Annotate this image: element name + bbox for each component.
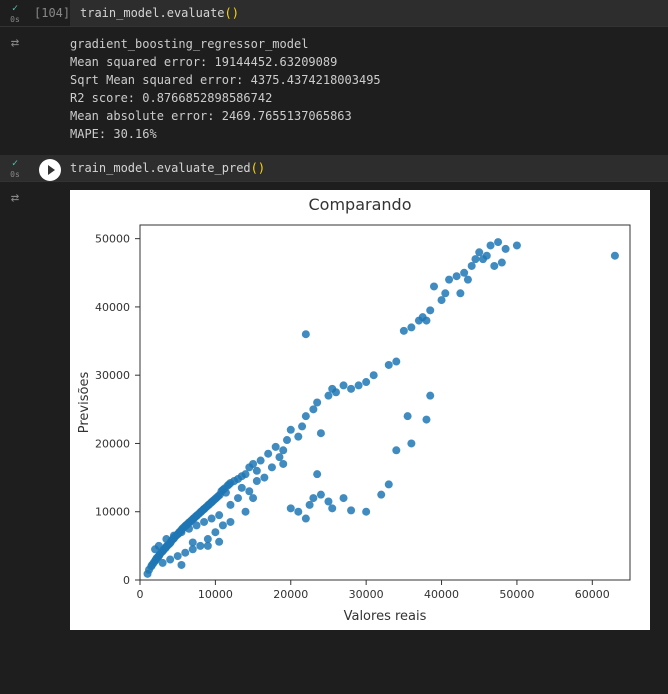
- output-line: MAPE: 30.16%: [70, 125, 658, 143]
- scatter-chart: Comparando 0 10000 20000 30000 40000 50000 6000…: [70, 190, 650, 630]
- code-input[interactable]: train_model.evaluate(): [70, 0, 668, 26]
- play-icon: [39, 159, 61, 181]
- output-text: gradient_boosting_regressor_model Mean s…: [30, 27, 668, 155]
- code-input[interactable]: train_model.evaluate_pred(): [70, 155, 668, 181]
- svg-text:10000: 10000: [95, 506, 130, 519]
- exec-time: 0s: [10, 15, 20, 24]
- svg-text:40000: 40000: [95, 301, 130, 314]
- chart-output: Comparando 0 10000 20000 30000 40000 50000 6000…: [30, 182, 668, 640]
- code-cell-2: ✓ 0s train_model.evaluate_pred(): [0, 155, 668, 182]
- output-line: gradient_boosting_regressor_model: [70, 35, 658, 53]
- svg-text:0: 0: [123, 574, 130, 587]
- svg-text:Previsões: Previsões: [77, 372, 92, 434]
- svg-text:0: 0: [137, 588, 144, 601]
- output-block-2: ⇄ Comparando 0 10000 20000 30000 40000 50000 60…: [0, 182, 668, 640]
- svg-text:Valores reais: Valores reais: [344, 609, 427, 624]
- svg-text:50000: 50000: [95, 233, 130, 246]
- chart-figure: Comparando 0 10000 20000 30000 40000 50000 6000…: [70, 190, 650, 630]
- svg-text:20000: 20000: [95, 437, 130, 450]
- run-button[interactable]: [30, 155, 70, 181]
- exec-count: [104]: [30, 0, 70, 26]
- output-block-1: ⇄ gradient_boosting_regressor_model Mean…: [0, 27, 668, 155]
- svg-text:40000: 40000: [424, 588, 459, 601]
- svg-text:30000: 30000: [349, 588, 384, 601]
- collapse-icon[interactable]: ⇄: [11, 35, 19, 155]
- code-cell-1: ✓ 0s [104] train_model.evaluate(): [0, 0, 668, 27]
- cell-gutter: ✓ 0s: [0, 0, 30, 26]
- output-line: Sqrt Mean squared error: 4375.4374218003…: [70, 71, 658, 89]
- svg-text:30000: 30000: [95, 369, 130, 382]
- exec-time: 0s: [10, 170, 20, 179]
- check-icon: ✓: [12, 4, 18, 14]
- output-line: Mean squared error: 19144452.63209089: [70, 53, 658, 71]
- svg-text:10000: 10000: [198, 588, 233, 601]
- svg-text:60000: 60000: [575, 588, 610, 601]
- output-gutter: ⇄: [0, 182, 30, 640]
- svg-text:Comparando: Comparando: [309, 195, 412, 214]
- output-line: R2 score: 0.8766852898586742: [70, 89, 658, 107]
- check-icon: ✓: [12, 159, 18, 169]
- cell-gutter: ✓ 0s: [0, 155, 30, 181]
- collapse-icon[interactable]: ⇄: [11, 190, 19, 640]
- svg-text:20000: 20000: [273, 588, 308, 601]
- output-gutter: ⇄: [0, 27, 30, 155]
- output-line: Mean absolute error: 2469.7655137065863: [70, 107, 658, 125]
- svg-text:50000: 50000: [499, 588, 534, 601]
